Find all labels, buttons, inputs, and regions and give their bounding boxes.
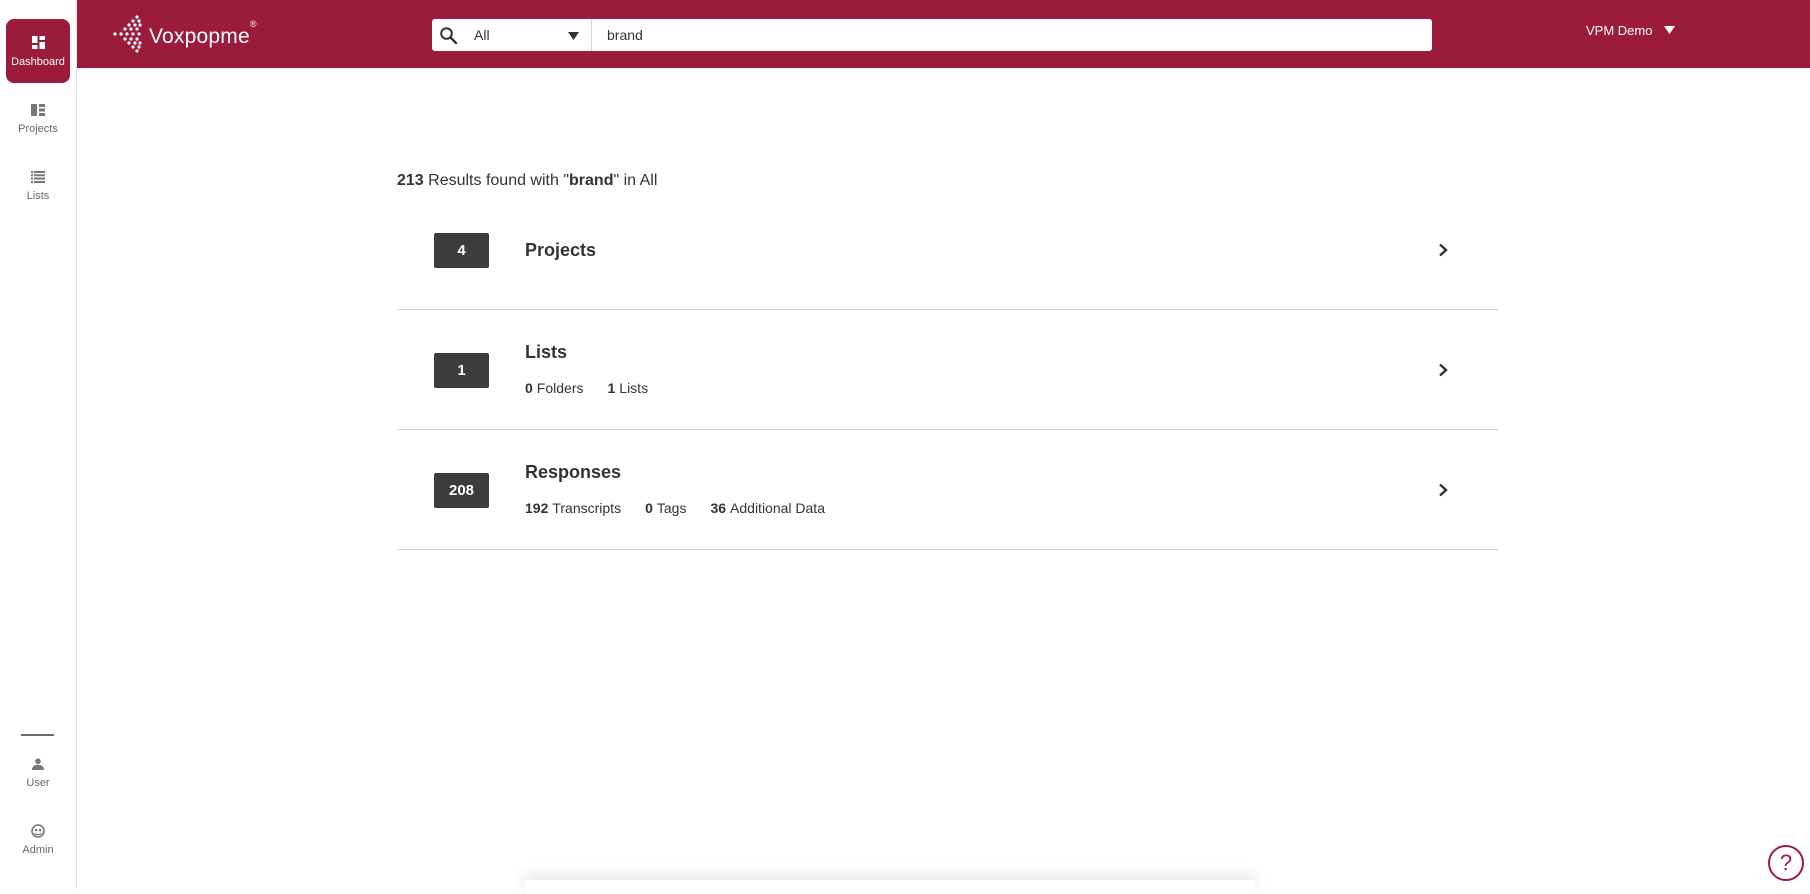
sidebar-item-dashboard[interactable]: Dashboard: [6, 19, 70, 83]
sidebar-item-label: Dashboard: [11, 55, 65, 68]
search-bar: All: [432, 19, 1432, 51]
row-title: Projects: [525, 240, 597, 260]
user-name: VPM Demo: [1586, 23, 1653, 38]
sidebar-item-admin[interactable]: Admin: [6, 807, 70, 871]
brand-logo[interactable]: Voxpopme®: [111, 15, 257, 58]
search-icon[interactable]: [432, 19, 464, 51]
chevron-right-icon[interactable]: [1436, 243, 1450, 257]
user-icon: [30, 756, 46, 772]
stat-lists: 1 Lists: [607, 380, 649, 396]
admin-icon: [30, 823, 46, 839]
result-row-responses[interactable]: 208 Responses 192 Transcripts 0 Tags 36 Add…: [397, 430, 1498, 550]
results-summary: 213 Results found with "brand" in All: [397, 172, 658, 189]
stat-folders: 0 Folders: [525, 380, 584, 396]
projects-icon: [30, 102, 46, 118]
sidebar-item-label: Lists: [26, 189, 50, 202]
user-menu[interactable]: VPM Demo: [1586, 23, 1676, 38]
lists-icon: [30, 169, 46, 185]
sidebar-item-user[interactable]: User: [6, 740, 70, 804]
sidebar-item-label: User: [26, 776, 50, 789]
result-row-lists[interactable]: 1 Lists 0 Folders 1 Lists: [397, 310, 1498, 430]
row-title: Lists: [525, 342, 568, 362]
bottom-panel-edge: [525, 880, 1255, 894]
sidebar-item-label: Admin: [22, 843, 54, 856]
count-badge: 208: [434, 473, 489, 508]
top-header: Voxpopme® All VPM Demo: [77, 0, 1810, 68]
row-title: Responses: [525, 462, 622, 482]
stat-tags: 0 Tags: [645, 500, 687, 516]
caret-down-icon: [568, 27, 579, 43]
stat-additional-data: 36 Additional Data: [710, 500, 825, 516]
sidebar-item-lists[interactable]: Lists: [6, 153, 70, 217]
brand-name: Voxpopme®: [149, 18, 257, 48]
chevron-right-icon[interactable]: [1436, 483, 1450, 497]
search-scope-select[interactable]: All: [464, 19, 592, 51]
help-button[interactable]: ?: [1768, 845, 1804, 881]
chevron-right-icon[interactable]: [1436, 363, 1450, 377]
count-badge: 4: [434, 233, 489, 268]
stat-transcripts: 192 Transcripts: [525, 500, 622, 516]
search-input[interactable]: [592, 20, 1432, 50]
help-icon: ?: [1779, 850, 1793, 875]
row-stats: 0 Folders 1 Lists: [525, 380, 672, 396]
sidebar-divider: [21, 734, 54, 736]
row-stats: 192 Transcripts 0 Tags 36 Additional Data: [525, 500, 849, 516]
sidebar: Dashboard Projects Lists User Admin: [0, 0, 77, 889]
dashboard-icon: [30, 35, 46, 51]
sidebar-item-projects[interactable]: Projects: [6, 86, 70, 150]
sidebar-item-label: Projects: [18, 122, 58, 135]
caret-down-icon: [1664, 25, 1676, 37]
result-row-projects[interactable]: 4 Projects: [397, 190, 1498, 310]
search-scope-value: All: [474, 27, 490, 43]
count-badge: 1: [434, 353, 489, 388]
voxpopme-logo-icon: [111, 15, 143, 58]
